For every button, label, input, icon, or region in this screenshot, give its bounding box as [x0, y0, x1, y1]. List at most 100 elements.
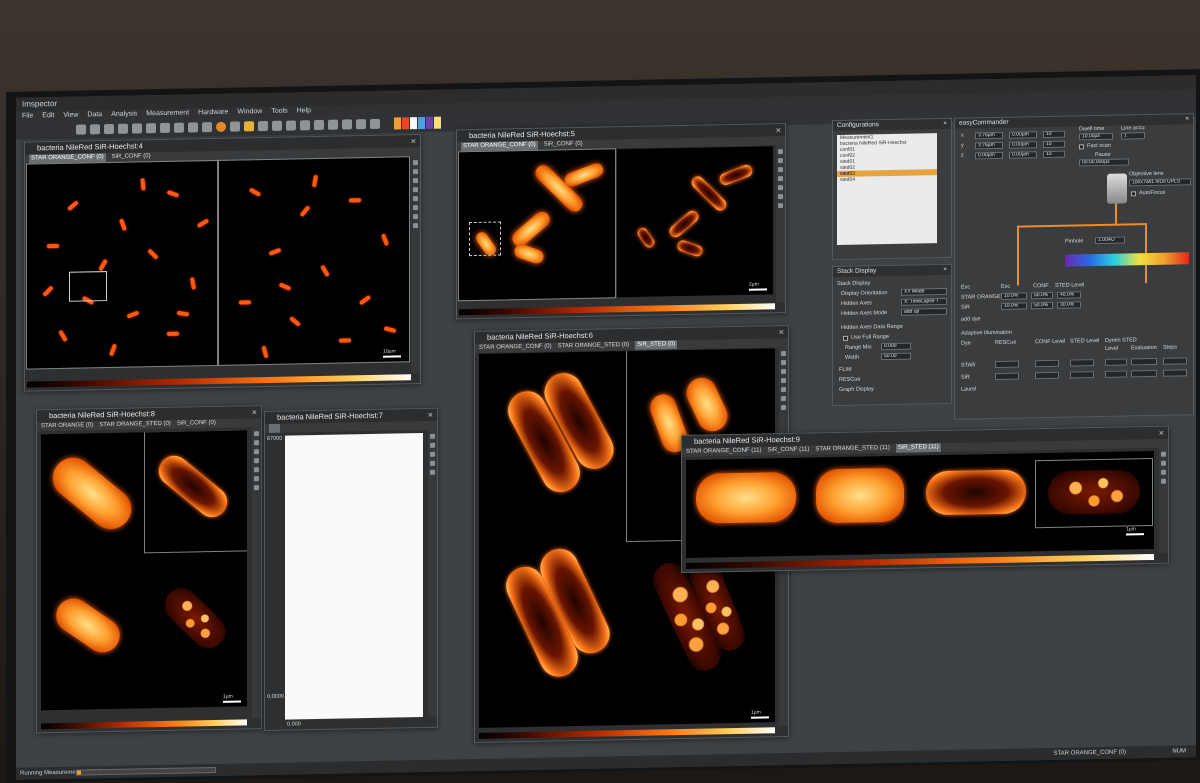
ai-input[interactable] [995, 360, 1019, 369]
range-min-input[interactable]: 0.000 [881, 342, 911, 351]
tab-sir-conf[interactable]: SiR_CONF (0) [177, 419, 216, 429]
refresh-icon[interactable] [230, 121, 240, 132]
menu-hardware[interactable]: Hardware [198, 108, 228, 119]
close-icon[interactable]: × [1185, 114, 1189, 124]
close-icon[interactable]: × [1159, 427, 1164, 439]
ai-input[interactable] [1070, 359, 1094, 367]
close-icon[interactable]: × [779, 326, 784, 338]
tab-graph[interactable] [269, 423, 280, 433]
tab-star-orange-sted[interactable]: STAR ORANGE_STED (0) [99, 420, 171, 430]
menu-file[interactable]: File [22, 111, 33, 121]
roi-box[interactable] [469, 221, 501, 257]
image-window-5[interactable]: bacteria NileRed SiR-Hoechst:5 × STAR ORA… [456, 123, 786, 320]
pause-input[interactable]: 00:00.000µs [1079, 158, 1129, 167]
ai-input[interactable] [995, 372, 1019, 381]
menu-edit[interactable]: Edit [42, 111, 54, 121]
menu-tools[interactable]: Tools [271, 107, 287, 117]
menu-data[interactable]: Data [87, 110, 102, 120]
image-pane-sted[interactable]: 10µm [218, 156, 410, 366]
menu-analysis[interactable]: Analysis [111, 109, 137, 120]
roi-box[interactable] [69, 271, 107, 302]
zoom-in-icon[interactable] [132, 123, 142, 134]
graph-area[interactable] [285, 432, 423, 720]
autofocus-checkbox[interactable] [1131, 191, 1136, 197]
tab-sir-conf[interactable]: SiR_CONF (0) [544, 140, 583, 150]
pixels-y-input[interactable]: 10 [1043, 140, 1065, 149]
configuration-list[interactable]: Measurement1 bacteria NileRed SiR-Hoechs… [837, 133, 937, 246]
overlay-icon[interactable] [356, 119, 366, 130]
hidden-axes-mode-select[interactable]: add up [901, 307, 947, 316]
graph-window-7[interactable]: bacteria NileRed SiR-Hoechst:7 × 67000 0.… [264, 407, 438, 732]
tab-star-orange-conf[interactable]: STAR ORANGE_CONF (0) [29, 153, 106, 164]
group-rescue[interactable]: RESCue [839, 377, 860, 383]
tab-sir-sted[interactable]: SiR_STED (0) [635, 340, 678, 350]
new-icon[interactable] [76, 124, 86, 135]
ai-input[interactable] [1070, 371, 1094, 379]
star-orange-exc-input[interactable]: 10.0% [1001, 292, 1027, 300]
menu-window[interactable]: Window [237, 107, 262, 117]
ai-input[interactable] [1163, 369, 1187, 377]
image-window-4[interactable]: bacteria NileRed SiR-Hoechst:4 × STAR ORA… [24, 134, 421, 392]
split-icon[interactable] [370, 118, 380, 130]
close-icon[interactable]: × [428, 409, 433, 421]
add-dye-link[interactable]: add dye [961, 316, 981, 322]
sir-exc-input[interactable]: 10.0% [1001, 302, 1027, 310]
ai-input[interactable] [1035, 359, 1059, 368]
position-z-input[interactable]: 0.00µm [1009, 151, 1037, 159]
pointer-icon[interactable] [258, 120, 268, 132]
image-pane-conf[interactable] [458, 148, 616, 302]
close-icon[interactable]: × [411, 135, 416, 147]
image-pane-conf[interactable] [26, 159, 218, 370]
group-flim[interactable]: FLIM [839, 367, 852, 373]
save-icon[interactable] [104, 123, 114, 135]
tab-star-orange-sted[interactable]: STAR ORANGE_STED (0) [558, 341, 630, 351]
chart-icon[interactable] [328, 119, 338, 130]
star-orange-sted-input[interactable]: 40.0% [1057, 291, 1081, 299]
ai-input[interactable] [1163, 357, 1187, 365]
ai-input[interactable] [1035, 371, 1059, 380]
measure-icon[interactable] [300, 120, 310, 131]
menu-help[interactable]: Help [297, 106, 311, 116]
tab-sir-conf[interactable]: SiR_CONF (11) [767, 446, 809, 456]
width-input[interactable]: 50.00 [881, 352, 911, 361]
menu-view[interactable]: View [63, 111, 78, 121]
dwell-time-input[interactable]: 10.00µs [1079, 132, 1113, 141]
histogram-icon[interactable] [314, 119, 324, 131]
ai-input[interactable] [1105, 370, 1127, 378]
lut-selector[interactable] [394, 116, 441, 130]
stack-icon[interactable] [342, 119, 352, 130]
fast-scan-checkbox[interactable] [1079, 144, 1084, 150]
image-grid[interactable]: 1µm [41, 430, 247, 711]
range-z-input[interactable]: 0.00µm [975, 151, 1003, 160]
tab-star-orange-conf[interactable]: STAR ORANGE_CONF (0) [479, 343, 552, 353]
close-icon[interactable]: × [943, 265, 947, 275]
use-full-range-checkbox[interactable] [843, 335, 848, 341]
roi-icon[interactable] [272, 120, 282, 131]
position-y-input[interactable]: 0.00µm [1009, 141, 1037, 149]
image-window-9[interactable]: bacteria NileRed SiR-Hoechst:9 × STAR ORA… [681, 425, 1169, 574]
pause-icon[interactable] [244, 121, 254, 132]
range-y-input[interactable]: 3.76µm [975, 141, 1003, 150]
open-icon[interactable] [90, 124, 100, 135]
pixels-x-input[interactable]: 10 [1043, 130, 1065, 139]
tab-star-orange-sted[interactable]: STAR ORANGE_STED (11) [815, 444, 889, 454]
tab-star-orange-conf[interactable]: STAR ORANGE_CONF (0) [461, 140, 538, 152]
star-orange-conf-input[interactable]: 50.0% [1031, 291, 1053, 300]
close-icon[interactable]: × [252, 406, 257, 418]
stop-icon[interactable] [202, 122, 212, 133]
print-icon[interactable] [118, 123, 128, 134]
ai-input[interactable] [1131, 357, 1157, 366]
line-icon[interactable] [286, 120, 296, 131]
pinhole-input[interactable]: 1.00AU [1095, 236, 1125, 245]
close-icon[interactable]: × [943, 119, 947, 129]
objective-select[interactable]: 100x NA1.4/Oil UPLS [1129, 178, 1191, 187]
image-window-8[interactable]: bacteria NileRed SiR-Hoechst:8 × STAR ORA… [36, 405, 262, 734]
orientation-select[interactable]: XY Mode [901, 287, 947, 296]
tab-star-orange-conf[interactable]: STAR ORANGE_CONF (11) [686, 446, 761, 456]
image-strip[interactable]: 1µm [686, 450, 1154, 558]
crop-icon[interactable] [188, 122, 198, 133]
list-item[interactable]: sted04 [837, 175, 937, 183]
record-icon[interactable] [216, 121, 226, 132]
tab-sir-conf[interactable]: SiR_CONF (0) [112, 152, 151, 162]
group-graph-display[interactable]: Graph Display [839, 386, 874, 393]
